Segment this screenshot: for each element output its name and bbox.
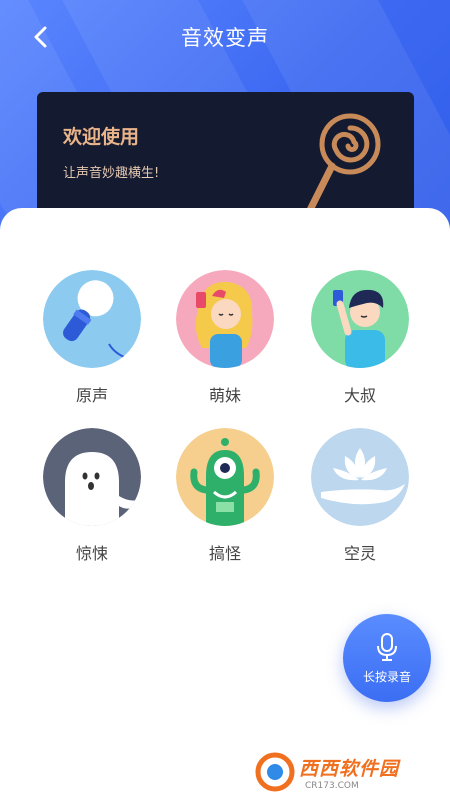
watermark: 西西软件园 CR173.COM	[255, 752, 430, 792]
effect-label: 惊悚	[75, 544, 108, 563]
microphone-icon	[43, 270, 141, 368]
banner-title: 欢迎使用	[63, 126, 140, 148]
uncle-icon	[311, 270, 409, 368]
cute-girl-icon	[176, 270, 274, 368]
effect-uncle[interactable]: 大叔	[305, 270, 415, 406]
microphone-icon	[377, 632, 397, 661]
effect-cute-girl[interactable]: 萌妹	[170, 270, 280, 406]
page-title: 音效变声	[181, 26, 269, 50]
watermark-subtext: CR173.COM	[305, 780, 359, 791]
welcome-banner: 欢迎使用 让声音妙趣横生!	[37, 92, 414, 222]
lollipop-icon	[304, 113, 381, 218]
effect-thriller[interactable]: 惊悚	[37, 428, 147, 564]
banner-subtitle: 让声音妙趣横生!	[63, 166, 160, 181]
effect-label: 大叔	[343, 386, 376, 405]
effect-label: 原声	[75, 386, 108, 405]
watermark-text: 西西软件园	[299, 757, 400, 780]
effect-ethereal[interactable]: 空灵	[305, 428, 415, 564]
record-button-label: 长按录音	[362, 669, 411, 684]
effect-original[interactable]: 原声	[37, 270, 147, 406]
ghost-icon	[43, 428, 141, 526]
effect-label: 空灵	[343, 544, 376, 563]
watermark-logo-icon	[255, 752, 295, 792]
monster-icon	[176, 428, 274, 526]
effect-label: 萌妹	[208, 386, 241, 405]
effect-funny[interactable]: 搞怪	[170, 428, 280, 564]
effect-label: 搞怪	[208, 544, 241, 563]
lotus-icon	[311, 428, 409, 526]
hold-to-record-button[interactable]: 长按录音	[343, 614, 431, 702]
